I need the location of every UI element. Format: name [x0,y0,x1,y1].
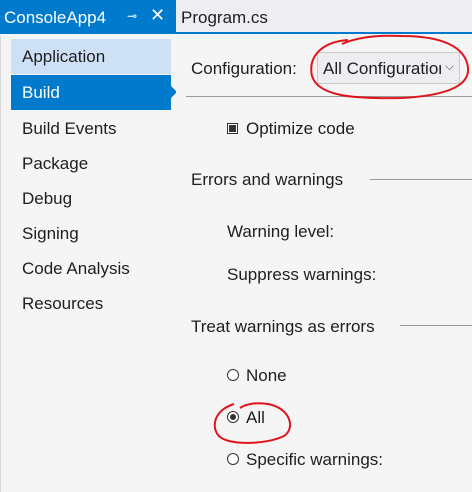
radio-specific-warnings-label: Specific warnings: [246,450,384,469]
document-tab-strip: ConsoleApp4 ⊸ ✕ Program.cs [0,0,472,34]
warning-level-label: Warning level: [227,222,335,241]
section-divider [400,325,472,326]
sidebar-item-build-events[interactable]: Build Events [11,111,171,146]
section-divider [370,179,472,180]
radio-none[interactable] [227,369,239,381]
pin-icon[interactable]: ⊸ [127,9,137,23]
sidebar-item-build[interactable]: Build [11,75,171,110]
section-errors-and-warnings: Errors and warnings [191,170,344,189]
section-treat-warnings-as-errors: Treat warnings as errors [191,317,375,336]
project-properties-sidebar: Application Build Build Events Package D… [0,36,177,492]
radio-specific-warnings[interactable] [227,453,239,465]
configuration-value: All Configurations [323,59,441,78]
tab-consoleapp4[interactable]: ConsoleApp4 ⊸ ✕ [0,0,176,34]
radio-all[interactable] [227,411,239,423]
divider [186,96,472,97]
sidebar-item-code-analysis[interactable]: Code Analysis [11,251,171,286]
radio-all-label: All [246,408,265,427]
suppress-warnings-label: Suppress warnings: [227,265,377,284]
sidebar-item-application[interactable]: Application [11,39,171,74]
sidebar-item-debug[interactable]: Debug [11,181,171,216]
build-settings-panel: Configuration: All Configurations ⌵ Opti… [176,36,472,492]
close-icon[interactable]: ✕ [150,6,165,24]
radio-none-label: None [246,366,287,385]
sidebar-item-resources[interactable]: Resources [11,286,171,321]
configuration-dropdown[interactable]: All Configurations ⌵ [317,52,460,84]
sidebar-item-package[interactable]: Package [11,146,171,181]
tab-program-cs[interactable]: Program.cs [181,8,268,28]
tab-title: ConsoleApp4 [4,8,107,27]
chevron-down-icon: ⌵ [445,59,455,73]
optimize-code-checkbox[interactable] [227,123,238,134]
optimize-code-label: Optimize code [246,119,355,138]
configuration-label: Configuration: [191,59,297,78]
sidebar-item-signing[interactable]: Signing [11,216,171,251]
